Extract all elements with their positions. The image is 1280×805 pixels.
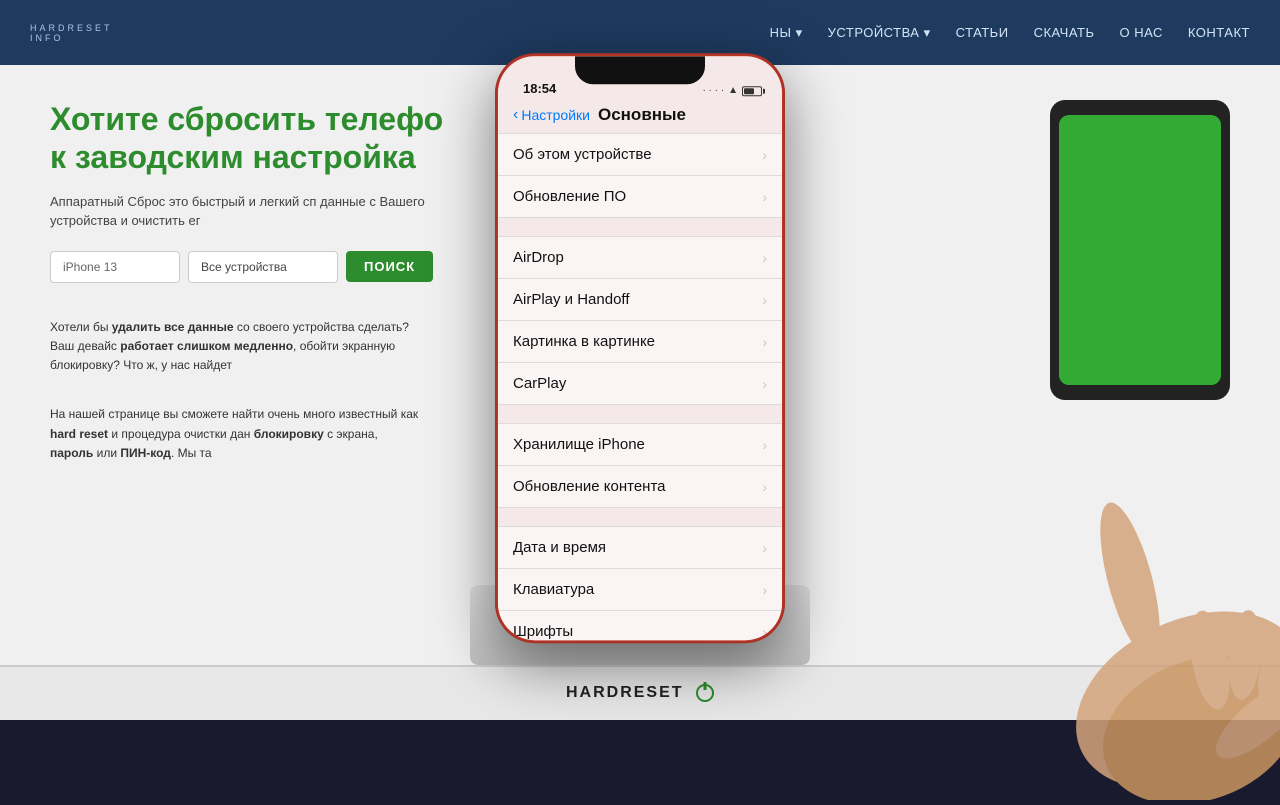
group-gap-3: [498, 508, 782, 526]
settings-item-label: Картинка в картинке: [513, 333, 655, 350]
search-button[interactable]: ПОИСК: [346, 251, 433, 282]
search-bar: iPhone 13 Все устройства ПОИСК: [50, 251, 490, 283]
nav-item-3[interactable]: СТАТЬИ: [956, 25, 1009, 41]
nav-menu: НЫ ▾ УСТРОЙСТВА ▾ СТАТЬИ СКАЧАТЬ О НАС К…: [770, 25, 1250, 41]
chevron-icon: ›: [762, 582, 767, 598]
chevron-icon: ›: [762, 540, 767, 556]
logo-text: HARDRESET: [30, 23, 113, 33]
settings-group-2: AirDrop › AirPlay и Handoff › Картинка в…: [498, 236, 782, 405]
battery-icon: [742, 86, 762, 96]
chevron-icon: ›: [762, 624, 767, 640]
settings-item-label: AirDrop: [513, 249, 564, 266]
phone-navigation: ‹ Настройки Основные: [498, 100, 782, 133]
nav-item-4[interactable]: СКАЧАТЬ: [1034, 25, 1095, 41]
settings-group-1: Об этом устройстве › Обновление ПО ›: [498, 133, 782, 218]
phone-body: 18:54 · · · · ▲ ‹ Настройки Ос: [495, 53, 785, 643]
phone-wrapper: 18:54 · · · · ▲ ‹ Настройки Ос: [495, 53, 785, 643]
chevron-icon: ›: [762, 147, 767, 163]
settings-item-fonts[interactable]: Шрифты ›: [498, 611, 782, 640]
right-device-image: [1050, 100, 1230, 400]
chevron-icon: ›: [762, 189, 767, 205]
logo-sub: INFO: [30, 33, 113, 43]
settings-item-airplay[interactable]: AirPlay и Handoff ›: [498, 279, 782, 321]
settings-item-storage[interactable]: Хранилище iPhone ›: [498, 423, 782, 466]
settings-item-update[interactable]: Обновление ПО ›: [498, 176, 782, 218]
phone-notch: [575, 56, 705, 84]
settings-item-label: CarPlay: [513, 375, 566, 392]
device-filter-select[interactable]: Все устройства: [188, 251, 338, 283]
back-label: Настройки: [521, 107, 590, 123]
settings-group-4: Дата и время › Клавиатура › Шрифты › Я: [498, 526, 782, 640]
stand-logo-text: HARDRESET: [566, 685, 684, 702]
phone-content: ‹ Настройки Основные Об этом устройстве …: [498, 100, 782, 640]
bottom-stand: HARDRESET: [0, 665, 1280, 720]
stand-logo: HARDRESET: [566, 684, 714, 702]
settings-list[interactable]: Об этом устройстве › Обновление ПО › Air…: [498, 133, 782, 640]
settings-item-label: Обновление ПО: [513, 188, 626, 205]
page-title: Основные: [598, 105, 686, 125]
settings-item-about[interactable]: Об этом устройстве ›: [498, 133, 782, 176]
settings-item-content-update[interactable]: Обновление контента ›: [498, 466, 782, 508]
settings-item-carplay[interactable]: CarPlay ›: [498, 363, 782, 405]
settings-item-label: Об этом устройстве: [513, 146, 652, 163]
nav-item-2[interactable]: УСТРОЙСТВА ▾: [828, 25, 931, 41]
hero-subtext: Аппаратный Сброс это быстрый и легкий сп…: [50, 192, 490, 231]
settings-item-keyboard[interactable]: Клавиатура ›: [498, 569, 782, 611]
settings-item-label: AirPlay и Handoff: [513, 291, 630, 308]
settings-group-3: Хранилище iPhone › Обновление контента ›: [498, 423, 782, 508]
settings-item-pip[interactable]: Картинка в картинке ›: [498, 321, 782, 363]
settings-item-label: Клавиатура: [513, 581, 594, 598]
chevron-icon: ›: [762, 479, 767, 495]
chevron-icon: ›: [762, 292, 767, 308]
chevron-icon: ›: [762, 437, 767, 453]
body-text-2: На нашей странице вы сможете найти очень…: [0, 390, 470, 478]
site-logo: HARDRESET INFO: [30, 23, 113, 43]
chevron-icon: ›: [762, 250, 767, 266]
battery-fill: [744, 88, 754, 94]
wifi-icon: ▲: [728, 85, 738, 96]
hero-title: Хотите сбросить телефок заводским настро…: [50, 100, 510, 177]
settings-item-airdrop[interactable]: AirDrop ›: [498, 236, 782, 279]
nav-item-1[interactable]: НЫ ▾: [770, 25, 803, 41]
nav-item-6[interactable]: КОНТАКТ: [1188, 25, 1250, 41]
nav-back-button[interactable]: ‹ Настройки: [513, 106, 590, 124]
right-device-screen: [1059, 115, 1221, 385]
group-gap-2: [498, 405, 782, 423]
device-search-input[interactable]: iPhone 13: [50, 251, 180, 283]
settings-item-label: Шрифты: [513, 623, 573, 640]
back-arrow-icon: ‹: [513, 106, 518, 124]
status-icons: · · · · ▲: [702, 85, 762, 96]
settings-item-label: Хранилище iPhone: [513, 436, 645, 453]
group-gap-1: [498, 218, 782, 236]
chevron-icon: ›: [762, 334, 767, 350]
signal-dots: · · · ·: [702, 85, 724, 96]
phone-inner: 18:54 · · · · ▲ ‹ Настройки Ос: [498, 56, 782, 640]
body-text-1: Хотели бы удалить все данные со своего у…: [0, 303, 470, 391]
settings-item-datetime[interactable]: Дата и время ›: [498, 526, 782, 569]
settings-item-label: Обновление контента: [513, 478, 666, 495]
power-icon: [696, 684, 714, 702]
nav-item-5[interactable]: О НАС: [1119, 25, 1162, 41]
settings-item-label: Дата и время: [513, 539, 606, 556]
chevron-icon: ›: [762, 376, 767, 392]
